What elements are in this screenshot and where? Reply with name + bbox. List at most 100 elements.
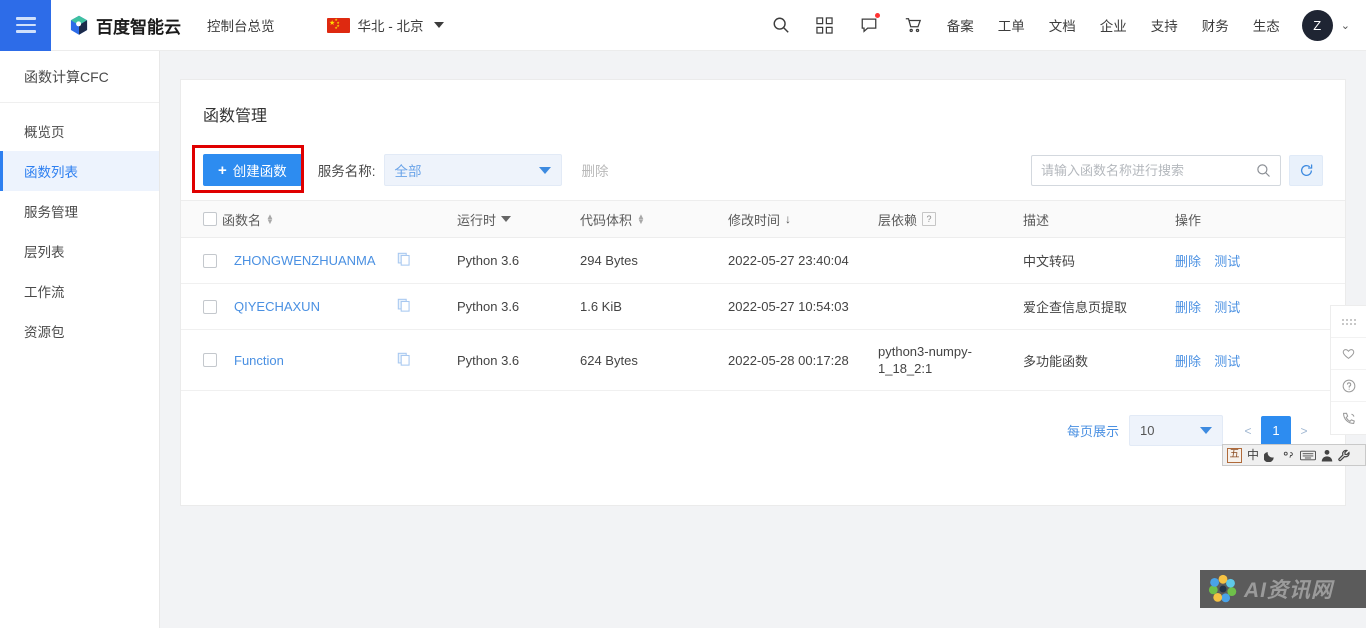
- ime-mode-chinese[interactable]: 中: [1247, 449, 1259, 461]
- keyboard-icon[interactable]: [1300, 450, 1316, 461]
- sort-icon[interactable]: ▲ ▼: [637, 213, 645, 226]
- question-icon[interactable]: ?: [922, 212, 937, 226]
- heart-icon[interactable]: [1331, 338, 1366, 370]
- select-all-checkbox[interactable]: [203, 212, 217, 226]
- header-link-caiwu[interactable]: 财务: [1190, 0, 1241, 51]
- row-checkbox[interactable]: [203, 353, 217, 367]
- column-function-name-label: 函数名: [222, 212, 262, 228]
- cell-function-name: ZHONGWENZHUANMA: [181, 237, 449, 284]
- chevron-down-icon: [433, 22, 444, 28]
- baidu-cloud-logo-icon: [70, 15, 88, 35]
- service-filter-label: 服务名称:: [317, 164, 376, 179]
- floating-side-rail: [1330, 305, 1366, 435]
- sort-icon[interactable]: ▲ ▼: [266, 213, 274, 226]
- cart-icon[interactable]: [891, 0, 935, 51]
- test-link[interactable]: 测试: [1214, 300, 1240, 315]
- header-link-wendang[interactable]: 文档: [1037, 0, 1088, 51]
- sidebar-title: 函数计算CFC: [0, 51, 159, 103]
- column-function-name[interactable]: 函数名 ▲ ▼: [181, 200, 449, 238]
- moon-icon[interactable]: [1264, 449, 1277, 462]
- function-name-link[interactable]: Function: [234, 353, 284, 368]
- brand-logo-link[interactable]: 百度智能云: [69, 13, 181, 38]
- copy-icon[interactable]: [397, 298, 441, 315]
- header-link-gongdan[interactable]: 工单: [986, 0, 1037, 51]
- table-toolbar: + 创建函数 服务名称: 全部 删除: [181, 145, 1345, 193]
- sidebar-item-layer-list[interactable]: 层列表: [0, 231, 159, 271]
- column-description: 描述: [1015, 200, 1167, 238]
- person-icon[interactable]: [1321, 449, 1333, 462]
- punctuation-icon[interactable]: [1282, 450, 1295, 461]
- table-body: ZHONGWENZHUANMA Python 3.6 294 Bytes 202…: [181, 237, 1345, 391]
- copy-icon[interactable]: [397, 252, 441, 269]
- cell-description: 爱企查信息页提取: [1015, 283, 1167, 330]
- page-number-1[interactable]: 1: [1261, 415, 1291, 446]
- console-overview-link[interactable]: 控制台总览: [207, 15, 275, 35]
- avatar[interactable]: Z: [1301, 9, 1333, 41]
- test-link[interactable]: 测试: [1214, 354, 1240, 369]
- ime-toolbar: 五 中: [1222, 444, 1366, 466]
- header-link-qiye[interactable]: 企业: [1088, 0, 1139, 51]
- service-name-select[interactable]: 全部: [383, 154, 562, 186]
- header-link-zhichi[interactable]: 支持: [1139, 0, 1190, 51]
- question-icon[interactable]: [1331, 370, 1366, 402]
- table-header: 函数名 ▲ ▼ 运行时 代码体积 ▲ ▼ 修改时间 ↓ 层依赖 ? 描述 操作: [181, 200, 1345, 238]
- column-description-label: 描述: [1023, 212, 1050, 228]
- cell-modified-time: 2022-05-27 23:40:04: [720, 237, 870, 284]
- chevron-down-icon[interactable]: ⌄: [1341, 19, 1350, 32]
- column-runtime[interactable]: 运行时: [449, 200, 572, 238]
- grid-icon[interactable]: [803, 0, 847, 51]
- sidebar-item-workflow[interactable]: 工作流: [0, 271, 159, 311]
- search-input[interactable]: [1041, 162, 1256, 178]
- wrench-icon[interactable]: [1338, 449, 1351, 462]
- pagination: 每页展示 10 < 1 >: [181, 391, 1345, 446]
- sidebar-item-resource-package[interactable]: 资源包: [0, 311, 159, 351]
- row-checkbox[interactable]: [203, 253, 217, 268]
- table-row[interactable]: Function Python 3.6 624 Bytes 2022-05-28…: [181, 329, 1345, 391]
- sidebar-item-function-list[interactable]: 函数列表: [0, 151, 159, 191]
- function-name-link[interactable]: QIYECHAXUN: [234, 299, 320, 314]
- search-box[interactable]: [1031, 154, 1281, 186]
- sidebar-item-service-management[interactable]: 服务管理: [0, 191, 159, 231]
- per-page-select[interactable]: 10: [1129, 415, 1223, 446]
- header-link-beian[interactable]: 备案: [935, 0, 986, 51]
- test-link[interactable]: 测试: [1214, 254, 1240, 269]
- delete-link[interactable]: 删除: [1175, 254, 1201, 269]
- refresh-button[interactable]: [1289, 154, 1323, 186]
- chevron-down-icon[interactable]: [501, 216, 512, 222]
- column-modified-time[interactable]: 修改时间 ↓: [720, 200, 870, 238]
- brand-name: 百度智能云: [96, 17, 181, 37]
- cell-layer-dependency: python3-numpy-1_18_2:1: [870, 329, 1015, 391]
- sort-desc-icon[interactable]: ↓: [785, 212, 791, 226]
- function-name-link[interactable]: ZHONGWENZHUANMA: [234, 253, 376, 268]
- sidebar: 函数计算CFC 概览页 函数列表 服务管理 层列表 工作流 资源包: [0, 51, 160, 628]
- top-header: 百度智能云 控制台总览 ★ ★ ★ ★ ★ 华北 - 北京 备案 工单 文档 企…: [0, 0, 1366, 51]
- phone-icon[interactable]: [1331, 402, 1366, 434]
- bulk-delete-button[interactable]: 删除: [582, 160, 609, 180]
- sidebar-item-overview[interactable]: 概览页: [0, 111, 159, 151]
- ime-mode-wubi[interactable]: 五: [1227, 447, 1242, 463]
- table-row[interactable]: ZHONGWENZHUANMA Python 3.6 294 Bytes 202…: [181, 237, 1345, 284]
- prev-page-button[interactable]: <: [1235, 416, 1261, 446]
- cell-actions: 删除 测试: [1167, 237, 1345, 284]
- drag-grip-icon[interactable]: [1331, 306, 1366, 338]
- next-page-button[interactable]: >: [1291, 416, 1317, 446]
- search-group: [1031, 154, 1323, 186]
- search-icon[interactable]: [759, 0, 803, 51]
- cell-code-size: 294 Bytes: [572, 237, 720, 284]
- delete-link[interactable]: 删除: [1175, 300, 1201, 315]
- column-code-size[interactable]: 代码体积 ▲ ▼: [572, 200, 720, 238]
- watermark: AI资讯网: [1200, 570, 1366, 608]
- region-selector[interactable]: ★ ★ ★ ★ ★ 华北 - 北京: [326, 15, 444, 35]
- row-checkbox[interactable]: [203, 299, 217, 314]
- per-page-label: 每页展示: [1066, 424, 1119, 439]
- hamburger-icon[interactable]: [0, 0, 51, 51]
- table-row[interactable]: QIYECHAXUN Python 3.6 1.6 KiB 2022-05-27…: [181, 283, 1345, 330]
- message-icon[interactable]: [847, 0, 891, 51]
- header-link-shengtai[interactable]: 生态: [1241, 0, 1292, 51]
- search-icon[interactable]: [1256, 163, 1271, 178]
- cell-actions: 删除 测试: [1167, 283, 1345, 330]
- cell-modified-time: 2022-05-28 00:17:28: [720, 329, 870, 391]
- create-function-button[interactable]: + 创建函数: [203, 154, 302, 186]
- copy-icon[interactable]: [397, 352, 441, 369]
- delete-link[interactable]: 删除: [1175, 354, 1201, 369]
